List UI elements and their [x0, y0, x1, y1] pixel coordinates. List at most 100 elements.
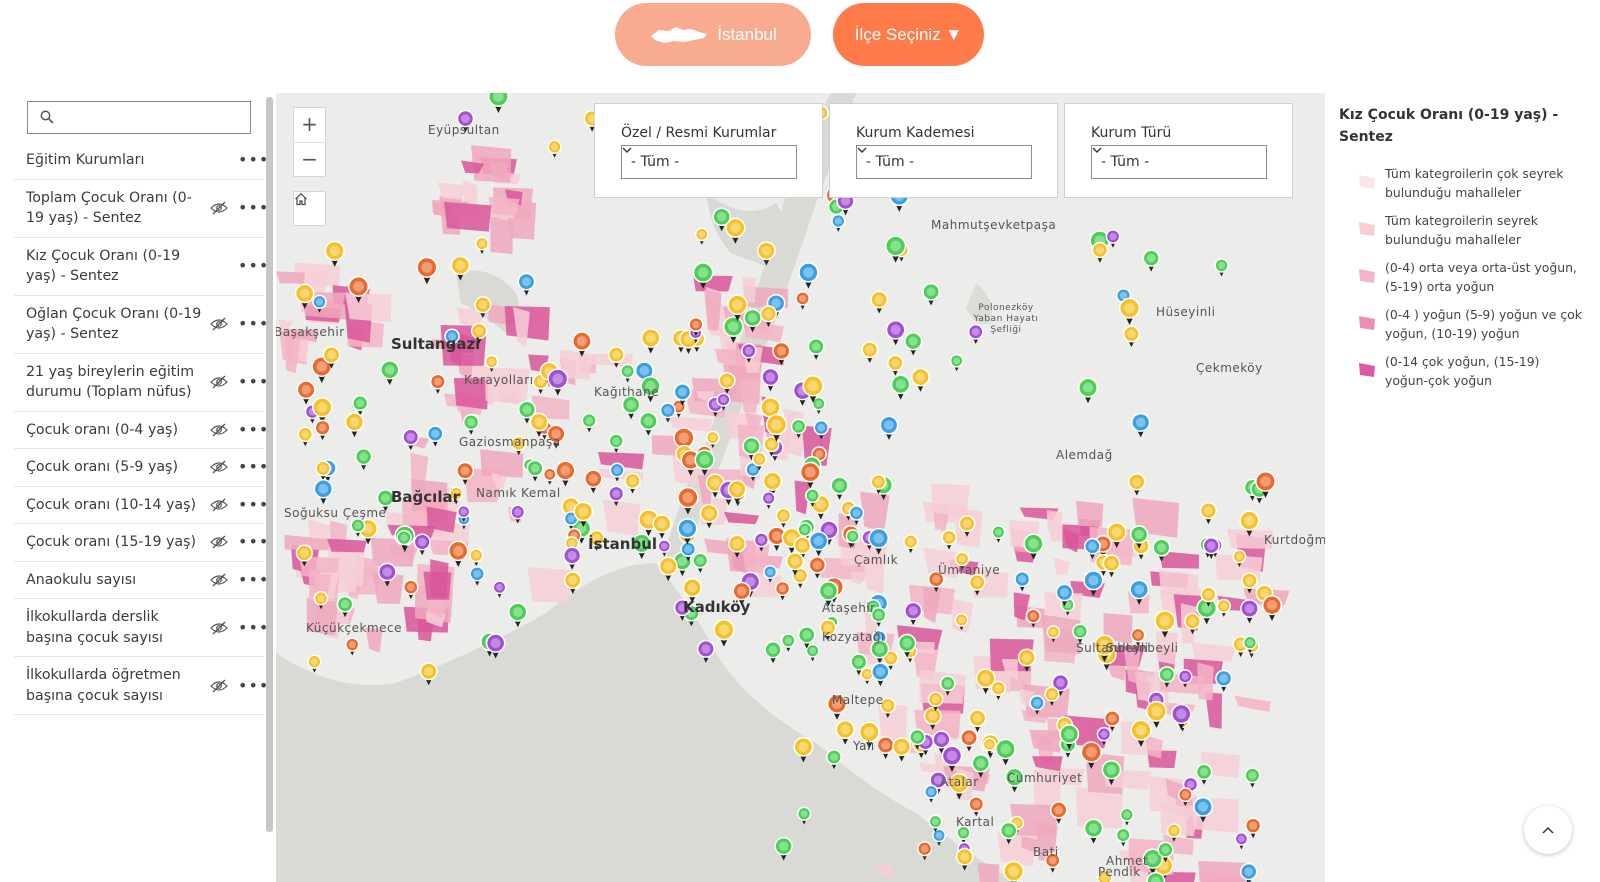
layer-options-icon[interactable]: •••: [238, 373, 268, 391]
filter-title: Özel / Resmi Kurumlar: [621, 125, 777, 141]
filter-select-value: - Tüm -: [866, 154, 915, 170]
layer-item[interactable]: Eğitim Kurumları •••: [14, 142, 268, 180]
filter-select-value: - Tüm -: [1101, 154, 1150, 170]
visibility-off-icon[interactable]: [210, 423, 228, 437]
school-marker[interactable]: [1003, 860, 1025, 882]
layer-item-label: İlkokullarda derslik başına çocuk sayısı: [26, 609, 163, 646]
visibility-off-icon[interactable]: [210, 201, 228, 215]
map-place-label: Mahmutşevketpaşa: [931, 218, 1057, 232]
map-place-label: Soğuksu Çeşme: [284, 506, 387, 520]
filter-select[interactable]: - Tüm -: [856, 145, 1032, 179]
map-place-label: Sultangazi: [391, 335, 481, 353]
layer-item-label: Çocuk oranı (15-19 yaş): [26, 534, 197, 550]
layer-item[interactable]: Çocuk oranı (0-4 yaş) •••: [14, 412, 268, 449]
map-place-label: Yalı: [853, 739, 875, 753]
legend-item: (0-14 çok yoğun, (15-19) yoğun-çok yoğun: [1339, 346, 1599, 393]
layer-item[interactable]: İlkokullarda öğretmen başına çocuk sayıs…: [14, 657, 268, 715]
layer-options-icon[interactable]: •••: [238, 533, 268, 551]
layer-options-icon[interactable]: •••: [238, 420, 268, 439]
layer-item[interactable]: Toplam Çocuk Oranı (0-19 yaş) - Sentez ••…: [14, 180, 268, 238]
neighborhood-polygon: [327, 538, 367, 553]
layer-options-icon[interactable]: •••: [238, 570, 268, 589]
layer-item[interactable]: Kız Çocuk Oranı (0-19 yaş) - Sentez •••: [14, 238, 268, 296]
visibility-off-icon[interactable]: [210, 498, 228, 512]
legend-item-label: (0-4) orta veya orta-üst yoğun, (5-19) o…: [1385, 260, 1577, 294]
visibility-off-icon[interactable]: [210, 621, 228, 635]
filter-select[interactable]: - Tüm -: [1091, 145, 1267, 179]
zoom-controls: + −: [293, 107, 326, 177]
map-place-label: Sultanbeyli: [1076, 641, 1149, 655]
legend-swatch: [1359, 222, 1375, 236]
legend-swatch: [1359, 316, 1375, 330]
visibility-off-icon[interactable]: [210, 460, 228, 474]
zoom-out-button[interactable]: −: [294, 143, 325, 178]
map-place-label: Bati: [1033, 845, 1059, 859]
layer-options-icon[interactable]: •••: [238, 618, 268, 637]
map-place-label: Ahmet: [1106, 854, 1149, 868]
visibility-off-icon[interactable]: [210, 535, 228, 549]
scroll-to-top-button[interactable]: [1524, 806, 1572, 854]
layer-options-icon[interactable]: •••: [238, 495, 268, 514]
layer-item[interactable]: Çocuk oranı (10-14 yaş) •••: [14, 487, 268, 524]
layer-options-icon[interactable]: •••: [238, 676, 268, 695]
layer-search-input[interactable]: [27, 101, 251, 134]
layer-item-label: Çocuk oranı (10-14 yaş): [26, 496, 197, 513]
layer-item[interactable]: Oğlan Çocuk Oranı (0-19 yaş) - Sentez •••: [14, 296, 268, 354]
zoom-in-button[interactable]: +: [294, 108, 325, 143]
map-place-label: Kartal: [956, 815, 995, 829]
map-place-label: Kozyatağı: [822, 630, 885, 644]
layer-item[interactable]: Anaokulu sayısı •••: [14, 562, 268, 599]
home-icon: [295, 192, 307, 206]
layer-options-icon[interactable]: •••: [238, 315, 268, 333]
layer-item-label: Toplam Çocuk Oranı (0-19 yaş) - Sentez: [26, 189, 192, 227]
filter-title: Kurum Türü: [1091, 125, 1172, 141]
filter-box: Özel / Resmi Kurumlar - Tüm -: [594, 103, 823, 198]
map-place-label: Küçükçekmece: [306, 621, 403, 635]
layer-options-icon[interactable]: •••: [238, 458, 268, 476]
filter-box: Kurum Türü - Tüm -: [1064, 103, 1293, 198]
sidebar-scrollbar[interactable]: [266, 97, 273, 832]
istanbul-silhouette-icon: [651, 26, 708, 43]
map-place-label: Eyüpsultan: [428, 123, 500, 137]
visibility-off-icon[interactable]: [210, 679, 228, 693]
map-place-label: Polonezköy Yaban Hayatı Şefliği: [973, 303, 1039, 335]
visibility-off-icon[interactable]: [210, 375, 228, 389]
neighborhood-polygon: [276, 271, 306, 284]
map-place-label: Maltepe: [832, 693, 884, 707]
filter-select[interactable]: - Tüm -: [621, 145, 797, 179]
map-place-label: Atalar: [940, 775, 979, 789]
legend-swatch: [1359, 363, 1375, 377]
top-bar: İstanbul İlçe Seçiniz ▼: [0, 0, 1600, 80]
search-icon: [40, 110, 54, 124]
layer-item[interactable]: 21 yaş bireylerin eğitim durumu (Toplam …: [14, 354, 268, 412]
home-button[interactable]: [293, 191, 326, 226]
neighborhood-polygon: [345, 292, 392, 323]
map-view[interactable]: + − Özel / Resmi Kurumlar - Tüm - Kurum Ka…: [276, 93, 1325, 882]
legend-item: Tüm kategroilerin seyrek bulunduğu mahal…: [1339, 205, 1599, 252]
layer-options-icon[interactable]: •••: [238, 257, 268, 275]
layer-item[interactable]: Çocuk oranı (15-19 yaş) •••: [14, 524, 268, 562]
district-select-button[interactable]: İlçe Seçiniz ▼: [833, 3, 984, 66]
layer-options-icon[interactable]: •••: [238, 199, 268, 217]
filter-select-value: - Tüm -: [631, 154, 680, 170]
neighborhood-polygon: [1197, 860, 1246, 882]
visibility-off-icon[interactable]: [210, 317, 228, 331]
neighborhood-polygon: [1197, 662, 1214, 701]
layer-options-icon[interactable]: •••: [238, 151, 268, 169]
map-place-label: Çamlık: [854, 553, 899, 567]
map-place-label: Ümraniye: [938, 563, 1001, 577]
neighborhood-polygon: [423, 571, 452, 600]
istanbul-city-button[interactable]: İstanbul: [615, 3, 811, 66]
layer-item[interactable]: Çocuk oranı (5-9 yaş) •••: [14, 449, 268, 487]
chevron-down-icon: [1092, 147, 1102, 153]
visibility-off-icon[interactable]: [210, 573, 228, 587]
neighborhood-polygon: [444, 201, 492, 232]
map-place-label: Hüseyinli: [1156, 305, 1216, 319]
layer-item-label: Çocuk oranı (5-9 yaş): [26, 459, 178, 475]
neighborhood-polygon: [977, 863, 1000, 882]
layer-item-label: Kız Çocuk Oranı (0-19 yaş) - Sentez: [26, 247, 181, 285]
legend-item-label: Tüm kategroilerin seyrek bulunduğu mahal…: [1385, 213, 1538, 247]
layer-item[interactable]: İlkokullarda derslik başına çocuk sayısı…: [14, 599, 268, 657]
neighborhood-polygon: [602, 500, 641, 536]
legend-item-label: (0-4 ) yoğun (5-9) yoğun ve çok yoğun, (…: [1385, 307, 1582, 341]
